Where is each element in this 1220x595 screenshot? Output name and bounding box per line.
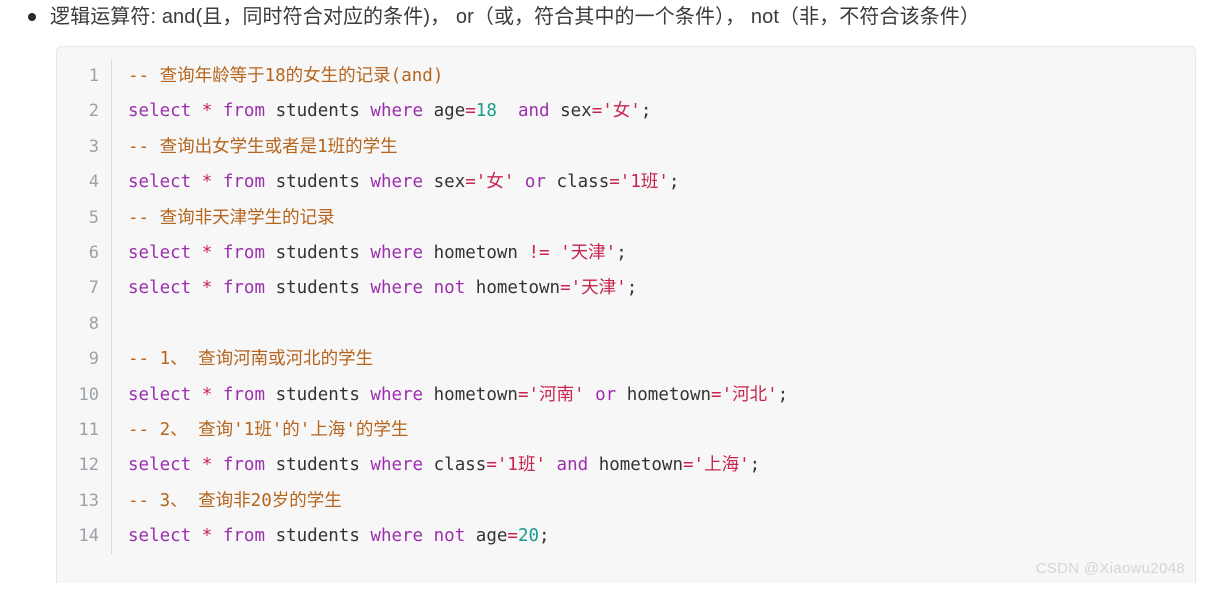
- line-number: 13: [78, 490, 99, 511]
- code-block-body: 1 2 3 4 5 6 7 8 9 10 11 12 13 14 -- 查询年龄…: [57, 47, 1195, 555]
- code-line: select * from students where hometown !=…: [128, 242, 627, 263]
- sql-code-block[interactable]: 1 2 3 4 5 6 7 8 9 10 11 12 13 14 -- 查询年龄…: [56, 46, 1196, 583]
- line-number: 8: [88, 313, 99, 334]
- line-number: 10: [78, 384, 99, 405]
- line-number: 5: [88, 207, 99, 228]
- line-number: 3: [88, 136, 99, 157]
- line-number: 11: [78, 419, 99, 440]
- code-line: -- 查询非天津学生的记录: [128, 207, 335, 228]
- code-line: select * from students where age=18 and …: [128, 101, 652, 122]
- code-line: select * from students where not age=20;: [128, 526, 550, 547]
- line-number: 7: [88, 278, 99, 299]
- code-line: -- 3、 查询非20岁的学生: [128, 490, 342, 511]
- code-line: select * from students where class='1班' …: [128, 455, 761, 476]
- code-line: select * from students where hometown='河…: [128, 384, 789, 405]
- code-line: select * from students where sex='女' or …: [128, 172, 680, 193]
- code-line: -- 查询出女学生或者是1班的学生: [128, 136, 398, 157]
- logical-operators-description: 逻辑运算符: and(且，同时符合对应的条件)， or（或，符合其中的一个条件）…: [50, 6, 981, 28]
- line-number-gutter: 1 2 3 4 5 6 7 8 9 10 11 12 13 14: [57, 59, 112, 555]
- csdn-watermark: CSDN @Xiaowu2048: [1035, 560, 1185, 577]
- logical-operators-bullet-row: 逻辑运算符: and(且，同时符合对应的条件)， or（或，符合其中的一个条件）…: [0, 0, 1220, 34]
- code-line: -- 查询年龄等于18的女生的记录(and): [128, 66, 444, 86]
- code-line: -- 1、 查询河南或河北的学生: [128, 349, 374, 370]
- line-number: 2: [88, 101, 99, 122]
- code-content[interactable]: -- 查询年龄等于18的女生的记录(and) select * from stu…: [112, 59, 1195, 554]
- bullet-dot-icon: [28, 13, 36, 21]
- code-line: select * from students where not hometow…: [128, 278, 638, 299]
- line-number: 14: [78, 526, 99, 547]
- line-number: 12: [78, 455, 99, 476]
- line-number: 4: [88, 172, 99, 193]
- line-number: 6: [88, 242, 99, 263]
- line-number: 1: [88, 66, 99, 86]
- code-line: -- 2、 查询'1班'的'上海'的学生: [128, 419, 409, 440]
- line-number: 9: [88, 349, 99, 370]
